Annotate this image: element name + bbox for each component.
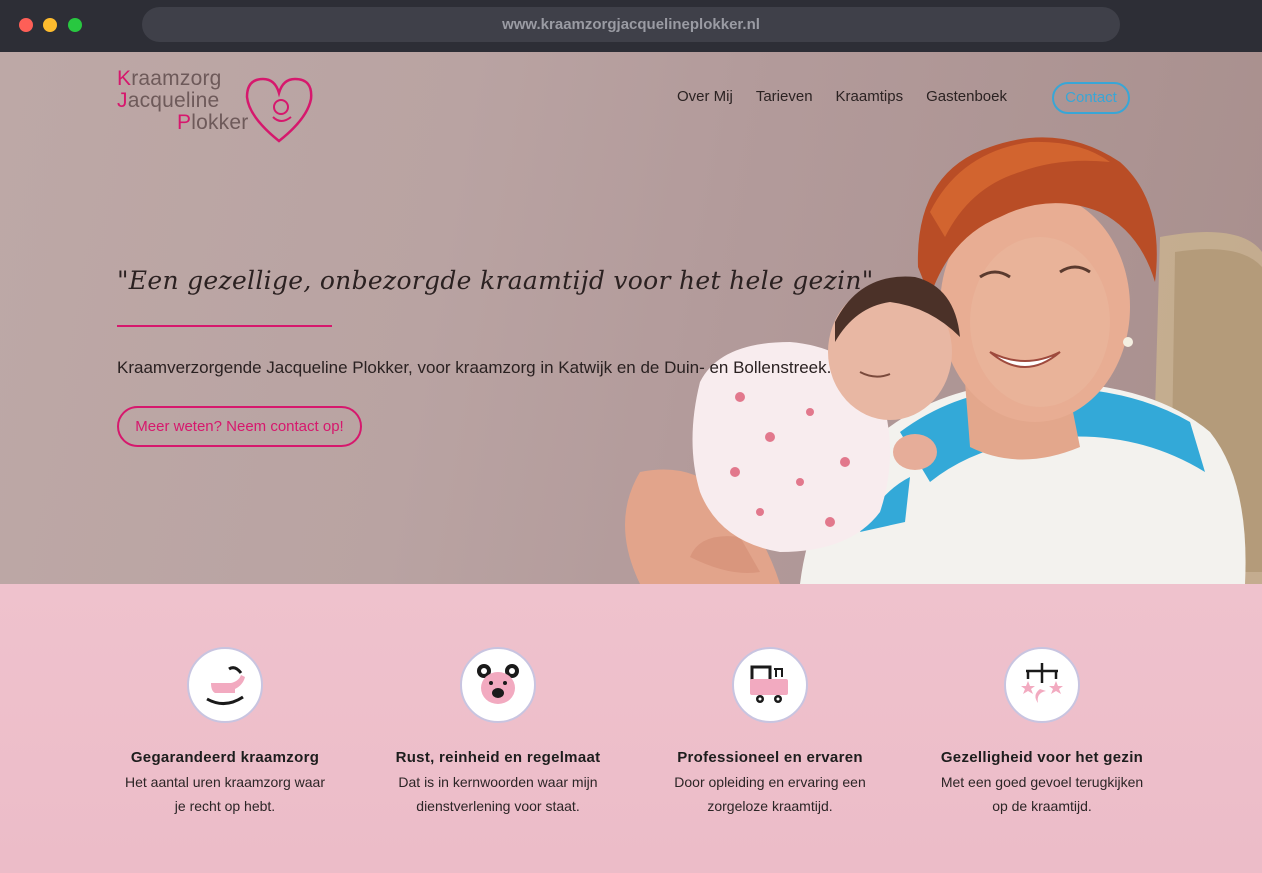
teddy-bear-icon [477,664,519,704]
baby-mobile-icon [1021,663,1063,703]
feature-title: Rust, reinheid en regelmaat [395,749,601,766]
feature-text: Met een goed gevoel terugkijken op de kr… [940,774,1144,814]
feature-text: Door opleiding en ervaring een zorgeloze… [674,774,866,814]
toy-cart-icon [750,665,788,703]
logo-line-1: Kraamzorg [117,67,222,90]
rocking-horse-icon [206,666,245,705]
feature-card: Gegarandeerd kraamzorg Het aantal uren k… [100,647,350,818]
site-logo[interactable]: Kraamzorg Jacqueline Plokker [117,67,317,143]
nav-item-gastenboek[interactable]: Gastenboek [926,88,1007,105]
maximize-window-button[interactable] [68,18,82,32]
heart-icon [245,77,313,143]
tagline-divider [117,325,332,327]
features-section: Gegarandeerd kraamzorg Het aantal uren k… [0,584,1262,873]
feature-title: Professioneel en ervaren [677,749,863,766]
feature-text: Dat is in kernwoorden waar mijn dienstve… [398,774,598,814]
feature-card: Gezelligheid voor het gezin Met een goed… [917,647,1167,818]
feature-icon-circle [732,647,808,723]
feature-icon-circle [187,647,263,723]
close-window-button[interactable] [19,18,33,32]
feature-card: Professioneel en ervaren Door opleiding … [645,647,895,818]
main-nav: Over Mij Tarieven Kraamtips Gastenboek C… [677,82,1130,114]
logo-line-3: Plokker [177,111,249,134]
nav-contact-button[interactable]: Contact [1052,82,1130,114]
feature-icon-circle [1004,647,1080,723]
browser-chrome: www.kraamzorgjacquelineplokker.nl [0,0,1262,52]
feature-title: Gegarandeerd kraamzorg [130,749,320,766]
logo-line-2: Jacqueline [117,89,220,112]
feature-text: Het aantal uren kraamzorg waar je recht … [125,774,325,814]
feature-title: Gezelligheid voor het gezin [940,749,1144,766]
nav-item-tarieven[interactable]: Tarieven [756,88,813,105]
hero-tagline: "Een gezellige, onbezorgde kraamtijd voo… [117,266,874,295]
feature-card: Rust, reinheid en regelmaat Dat is in ke… [373,647,623,818]
hero-lead: Kraamverzorgende Jacqueline Plokker, voo… [117,358,832,377]
address-bar[interactable]: www.kraamzorgjacquelineplokker.nl [142,7,1120,42]
feature-icon-circle [460,647,536,723]
nav-item-over-mij[interactable]: Over Mij [677,88,733,105]
hero-section: Kraamzorg Jacqueline Plokker Over Mij Ta… [0,52,1262,584]
contact-cta-button[interactable]: Meer weten? Neem contact op! [117,406,362,447]
nav-item-kraamtips[interactable]: Kraamtips [836,88,904,105]
minimize-window-button[interactable] [43,18,57,32]
